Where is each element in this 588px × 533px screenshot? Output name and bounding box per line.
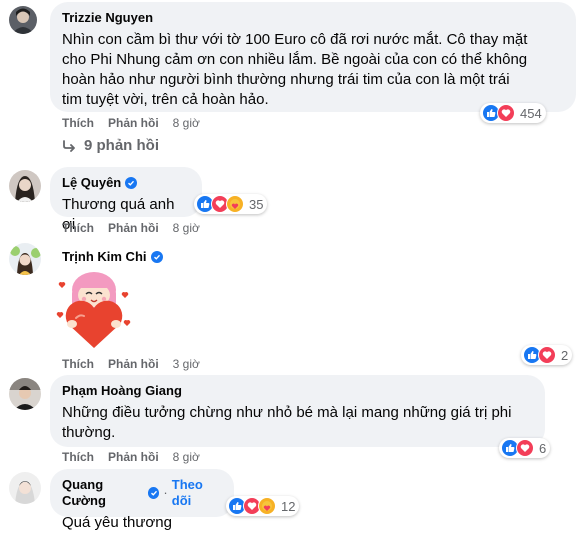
love-reaction-icon (538, 346, 556, 364)
comment-bubble: Trizzie Nguyen Nhìn con cầm bì thư với t… (50, 2, 576, 112)
reaction-summary[interactable]: 454 (480, 103, 546, 123)
comment-text: Quá yêu thương (62, 514, 172, 531)
avatar[interactable] (9, 243, 41, 275)
reply-arrow-icon (63, 139, 75, 152)
heart-sticker[interactable] (52, 268, 134, 350)
comment-author[interactable]: Lệ Quyên (62, 175, 190, 191)
comment-time[interactable]: 8 giờ (173, 450, 200, 464)
comment-time[interactable]: 3 giờ (173, 357, 200, 371)
avatar-image (9, 472, 41, 504)
like-button[interactable]: Thích (62, 116, 94, 130)
reaction-summary[interactable]: 2 (521, 345, 573, 365)
like-button[interactable]: Thích (62, 450, 94, 464)
reply-button[interactable]: Phản hồi (108, 450, 159, 464)
avatar[interactable] (9, 378, 41, 410)
love-reaction-icon (516, 439, 534, 457)
reply-button[interactable]: Phản hồi (108, 221, 159, 235)
comment-time[interactable]: 8 giờ (173, 116, 200, 130)
comment-text: Nhìn con cầm bì thư với tờ 100 Euro cô đ… (62, 31, 528, 108)
reaction-summary[interactable]: 35 (194, 194, 268, 214)
comment-text: Những điều tưởng chừng như nhỏ bé mà lại… (62, 404, 512, 441)
avatar-image (9, 6, 37, 34)
verified-badge-icon (125, 177, 138, 189)
comment-bubble: Phạm Hoàng Giang Những điều tưởng chừng … (50, 375, 545, 447)
like-button[interactable]: Thích (62, 357, 94, 371)
comment-actions: Thích Phản hồi 8 giờ (62, 116, 200, 130)
comment-actions: Thích Phản hồi 3 giờ (62, 357, 200, 371)
heart-sticker-image (56, 272, 131, 348)
verified-badge-icon (150, 251, 163, 263)
separator-dot: · (163, 485, 168, 500)
comment-bubble: Lệ Quyên Thương quá anh ơi (50, 167, 202, 233)
comment-author[interactable]: Quang Cường · Theo dõi (62, 477, 222, 509)
reply-button[interactable]: Phản hồi (108, 357, 159, 371)
avatar[interactable] (9, 472, 41, 504)
reaction-count: 35 (249, 196, 264, 212)
comment-time[interactable]: 8 giờ (173, 221, 200, 235)
comment-bubble: Quang Cường · Theo dõi Quá yêu thương (50, 469, 234, 531)
avatar-image (9, 243, 41, 275)
reply-button[interactable]: Phản hồi (108, 116, 159, 130)
comment-author[interactable]: Trịnh Kim Chi (62, 249, 163, 265)
reaction-count: 12 (281, 498, 296, 514)
avatar-image (9, 170, 41, 202)
avatar[interactable] (9, 170, 41, 202)
avatar-image (9, 378, 41, 410)
reaction-count: 454 (520, 105, 542, 121)
comment-author[interactable]: Trizzie Nguyen (62, 10, 564, 26)
reaction-summary[interactable]: 12 (226, 496, 300, 516)
reaction-summary[interactable]: 6 (499, 438, 551, 458)
reaction-count: 2 (561, 347, 569, 363)
comment-actions: Thích Phản hồi 8 giờ (62, 450, 200, 464)
love-reaction-icon (497, 104, 515, 122)
like-button[interactable]: Thích (62, 221, 94, 235)
comment-author[interactable]: Phạm Hoàng Giang (62, 383, 533, 399)
care-reaction-icon (226, 195, 244, 213)
avatar[interactable] (9, 6, 37, 34)
reaction-count: 6 (539, 440, 547, 456)
view-replies-link[interactable]: 9 phản hồi (62, 137, 159, 154)
care-reaction-icon (258, 497, 276, 515)
verified-badge-icon (148, 487, 160, 499)
comment-actions: Thích Phản hồi 8 giờ (62, 221, 200, 235)
follow-button[interactable]: Theo dõi (172, 477, 222, 509)
